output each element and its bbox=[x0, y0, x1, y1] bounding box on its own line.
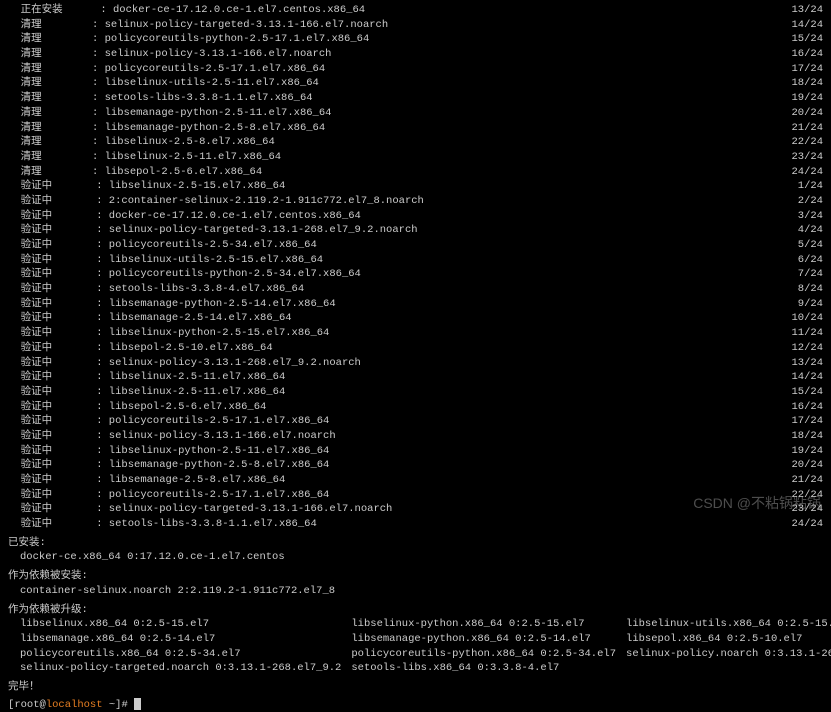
terminal-output: 正在安装 : docker-ce-17.12.0.ce-1.el7.centos… bbox=[8, 3, 823, 532]
output-line: 验证中 : docker-ce-17.12.0.ce-1.el7.centos.… bbox=[8, 209, 823, 224]
output-line: 验证中 : libselinux-2.5-11.el7.x86_6415/24 bbox=[8, 385, 823, 400]
dep-upgraded-list: libselinux.x86_64 0:2.5-15.el7 libselinux… bbox=[8, 617, 823, 676]
output-line: 验证中 : setools-libs-3.3.8-1.1.el7.x86_642… bbox=[8, 517, 823, 532]
dep-upgraded-item: libselinux-utils.x86_64 0:2.5-15.el7 bbox=[626, 617, 831, 632]
output-line: 验证中 : selinux-policy-targeted-3.13.1-268… bbox=[8, 223, 823, 238]
dep-upgraded-item: policycoreutils-python.x86_64 0:2.5-34.e… bbox=[351, 647, 616, 662]
dep-upgraded-item: libsemanage.x86_64 0:2.5-14.el7 bbox=[20, 632, 341, 647]
output-line: 清理 : libselinux-utils-2.5-11.el7.x86_641… bbox=[8, 76, 823, 91]
output-line: 清理 : policycoreutils-python-2.5-17.1.el7… bbox=[8, 32, 823, 47]
watermark: CSDN @不粘锅粘锅 bbox=[693, 494, 821, 514]
dep-upgraded-item: selinux-policy.noarch 0:3.13.1-268.el7_9… bbox=[626, 647, 831, 662]
output-line: 验证中 : libselinux-python-2.5-15.el7.x86_6… bbox=[8, 326, 823, 341]
dep-upgraded-item: libsemanage-python.x86_64 0:2.5-14.el7 bbox=[351, 632, 616, 647]
output-line: 验证中 : libsemanage-2.5-14.el7.x86_6410/24 bbox=[8, 311, 823, 326]
dep-upgraded-item: libselinux-python.x86_64 0:2.5-15.el7 bbox=[351, 617, 616, 632]
output-line: 验证中 : libsepol-2.5-10.el7.x86_6412/24 bbox=[8, 341, 823, 356]
shell-prompt[interactable]: [root@localhost ~]# bbox=[8, 698, 823, 712]
dep-upgraded-item: selinux-policy-targeted.noarch 0:3.13.1-… bbox=[20, 661, 341, 676]
output-line: 验证中 : selinux-policy-3.13.1-268.el7_9.2.… bbox=[8, 356, 823, 371]
output-line: 清理 : libselinux-2.5-11.el7.x86_6423/24 bbox=[8, 150, 823, 165]
output-line: 验证中 : libsemanage-python-2.5-8.el7.x86_6… bbox=[8, 458, 823, 473]
output-line: 验证中 : selinux-policy-3.13.1-166.el7.noar… bbox=[8, 429, 823, 444]
installed-section-title: 已安装: bbox=[8, 536, 823, 551]
output-line: 验证中 : setools-libs-3.3.8-4.el7.x86_648/2… bbox=[8, 282, 823, 297]
output-line: 验证中 : libsemanage-python-2.5-14.el7.x86_… bbox=[8, 297, 823, 312]
output-line: 验证中 : 2:container-selinux-2.119.2-1.911c… bbox=[8, 194, 823, 209]
output-line: 验证中 : libsepol-2.5-6.el7.x86_6416/24 bbox=[8, 400, 823, 415]
output-line: 清理 : libselinux-2.5-8.el7.x86_6422/24 bbox=[8, 135, 823, 150]
cursor bbox=[134, 698, 141, 710]
dep-installed-package: container-selinux.noarch 2:2.119.2-1.911… bbox=[8, 584, 823, 599]
dep-upgraded-item: setools-libs.x86_64 0:3.3.8-4.el7 bbox=[351, 661, 616, 676]
dep-upgraded-item: libsepol.x86_64 0:2.5-10.el7 bbox=[626, 632, 831, 647]
prompt-host: localhost bbox=[46, 699, 103, 711]
installed-package: docker-ce.x86_64 0:17.12.0.ce-1.el7.cent… bbox=[8, 550, 823, 565]
prompt-path: ~]# bbox=[103, 699, 135, 711]
output-line: 验证中 : libselinux-utils-2.5-15.el7.x86_64… bbox=[8, 253, 823, 268]
output-line: 清理 : selinux-policy-targeted-3.13.1-166.… bbox=[8, 18, 823, 33]
output-line: 验证中 : libselinux-python-2.5-11.el7.x86_6… bbox=[8, 444, 823, 459]
output-line: 清理 : policycoreutils-2.5-17.1.el7.x86_64… bbox=[8, 62, 823, 77]
dep-upgraded-item: libselinux.x86_64 0:2.5-15.el7 bbox=[20, 617, 341, 632]
output-line: 清理 : libsemanage-python-2.5-8.el7.x86_64… bbox=[8, 121, 823, 136]
complete-label: 完毕！ bbox=[8, 680, 823, 695]
output-line: 清理 : libsepol-2.5-6.el7.x86_6424/24 bbox=[8, 165, 823, 180]
dep-installed-section-title: 作为依赖被安装: bbox=[8, 569, 823, 584]
output-line: 清理 : selinux-policy-3.13.1-166.el7.noarc… bbox=[8, 47, 823, 62]
dep-upgraded-item: policycoreutils.x86_64 0:2.5-34.el7 bbox=[20, 647, 341, 662]
output-line: 清理 : libsemanage-python-2.5-11.el7.x86_6… bbox=[8, 106, 823, 121]
output-line: 验证中 : policycoreutils-2.5-34.el7.x86_645… bbox=[8, 238, 823, 253]
output-line: 验证中 : libselinux-2.5-15.el7.x86_641/24 bbox=[8, 179, 823, 194]
dep-upgraded-item bbox=[626, 661, 831, 676]
dep-upgraded-section-title: 作为依赖被升级: bbox=[8, 603, 823, 618]
output-line: 验证中 : policycoreutils-2.5-17.1.el7.x86_6… bbox=[8, 414, 823, 429]
output-line: 正在安装 : docker-ce-17.12.0.ce-1.el7.centos… bbox=[8, 3, 823, 18]
prompt-user: root@ bbox=[14, 699, 46, 711]
output-line: 验证中 : libselinux-2.5-11.el7.x86_6414/24 bbox=[8, 370, 823, 385]
output-line: 清理 : setools-libs-3.3.8-1.1.el7.x86_6419… bbox=[8, 91, 823, 106]
output-line: 验证中 : libsemanage-2.5-8.el7.x86_6421/24 bbox=[8, 473, 823, 488]
output-line: 验证中 : policycoreutils-python-2.5-34.el7.… bbox=[8, 267, 823, 282]
